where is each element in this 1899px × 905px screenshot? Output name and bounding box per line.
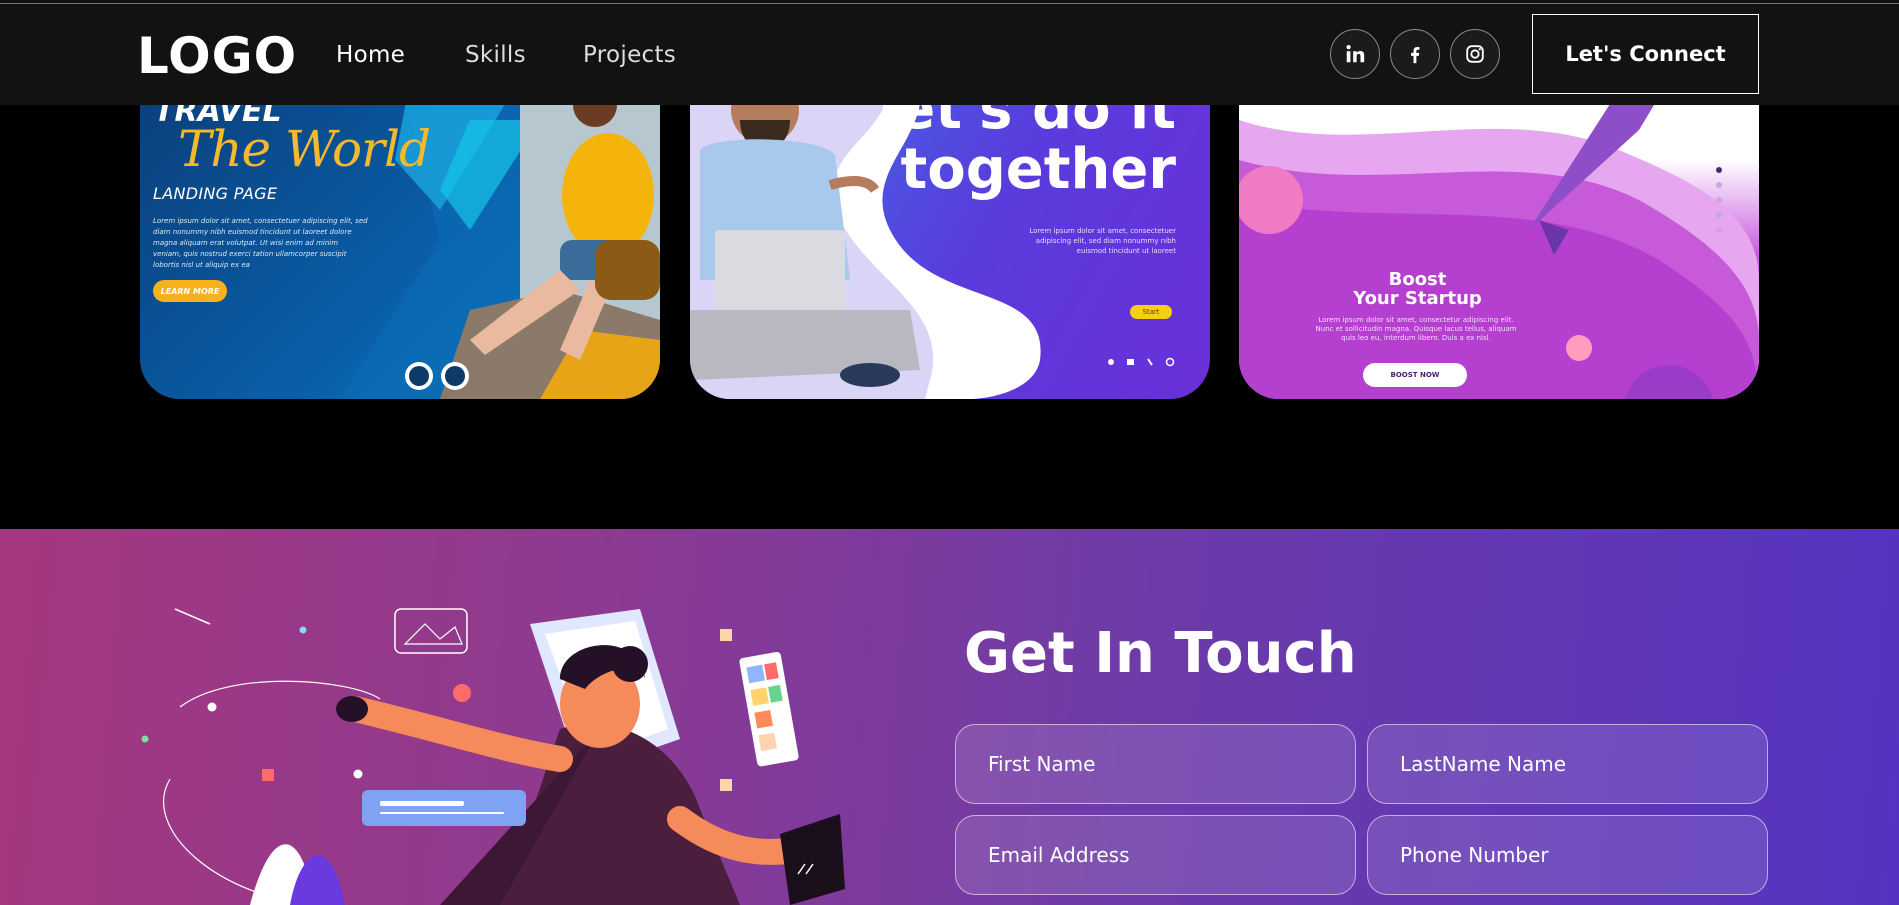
first-name-field[interactable] [955,724,1356,804]
card-body-text: Lorem ipsum dolor sit amet, consectetuer… [1029,227,1176,255]
nav-link-home[interactable]: Home [336,42,405,68]
linkedin-icon [1346,45,1365,63]
contact-icons [1108,357,1175,367]
project-card-startup[interactable]: Boost Your Startup Lorem ipsum dolor sit… [1239,80,1759,399]
card-heading-line1: Boost [1388,269,1447,290]
prev-arrow-button[interactable] [405,362,433,390]
linkedin-link[interactable] [1330,29,1380,79]
phone-field[interactable] [1367,815,1768,895]
card-body-text: Lorem ipsum dolor sit amet, consectetuer… [153,217,368,269]
project-card-travel[interactable]: TRAVEL The World LANDING PAGE Lorem ipsu… [140,80,660,399]
facebook-link[interactable] [1390,29,1440,79]
chevron-right-icon [445,366,465,386]
next-arrow-button[interactable] [441,362,469,390]
navbar: LOGO Home Skills Projects Let's Connect [0,4,1899,105]
card-heading-line2: Your Startup [1353,288,1482,309]
startup-card-art [1239,80,1759,399]
card-body-text: Lorem ipsum dolor sit amet, consectetur … [1315,316,1517,342]
last-name-field[interactable] [1367,724,1768,804]
learn-more-button[interactable]: LEARN MORE [153,280,227,302]
instagram-icon [1466,45,1484,63]
contact-section: Get In Touch [0,529,1899,905]
boost-now-button[interactable]: BOOST NOW [1363,363,1467,387]
card-subtitle: LANDING PAGE [153,184,278,203]
boost-now-label: BOOST NOW [1390,371,1440,379]
lets-connect-button[interactable]: Let's Connect [1532,14,1759,94]
project-card-together[interactable]: let's do it together Lorem ipsum dolor s… [690,80,1210,399]
email-field[interactable] [955,815,1356,895]
facebook-icon [1411,46,1420,64]
card-heading-boost: Boost Your Startup [1239,270,1596,308]
contact-title: Get In Touch [964,621,1357,686]
chevron-left-icon [409,366,429,386]
instagram-link[interactable] [1450,29,1500,79]
nav-link-projects[interactable]: Projects [583,42,676,68]
nav-link-skills[interactable]: Skills [465,42,526,68]
contact-illustration [141,608,845,905]
logo[interactable]: LOGO [137,27,297,85]
card-heading-world: The World [178,120,431,178]
start-button[interactable]: Start [1130,305,1172,319]
card-heading-line2: together [900,137,1176,202]
